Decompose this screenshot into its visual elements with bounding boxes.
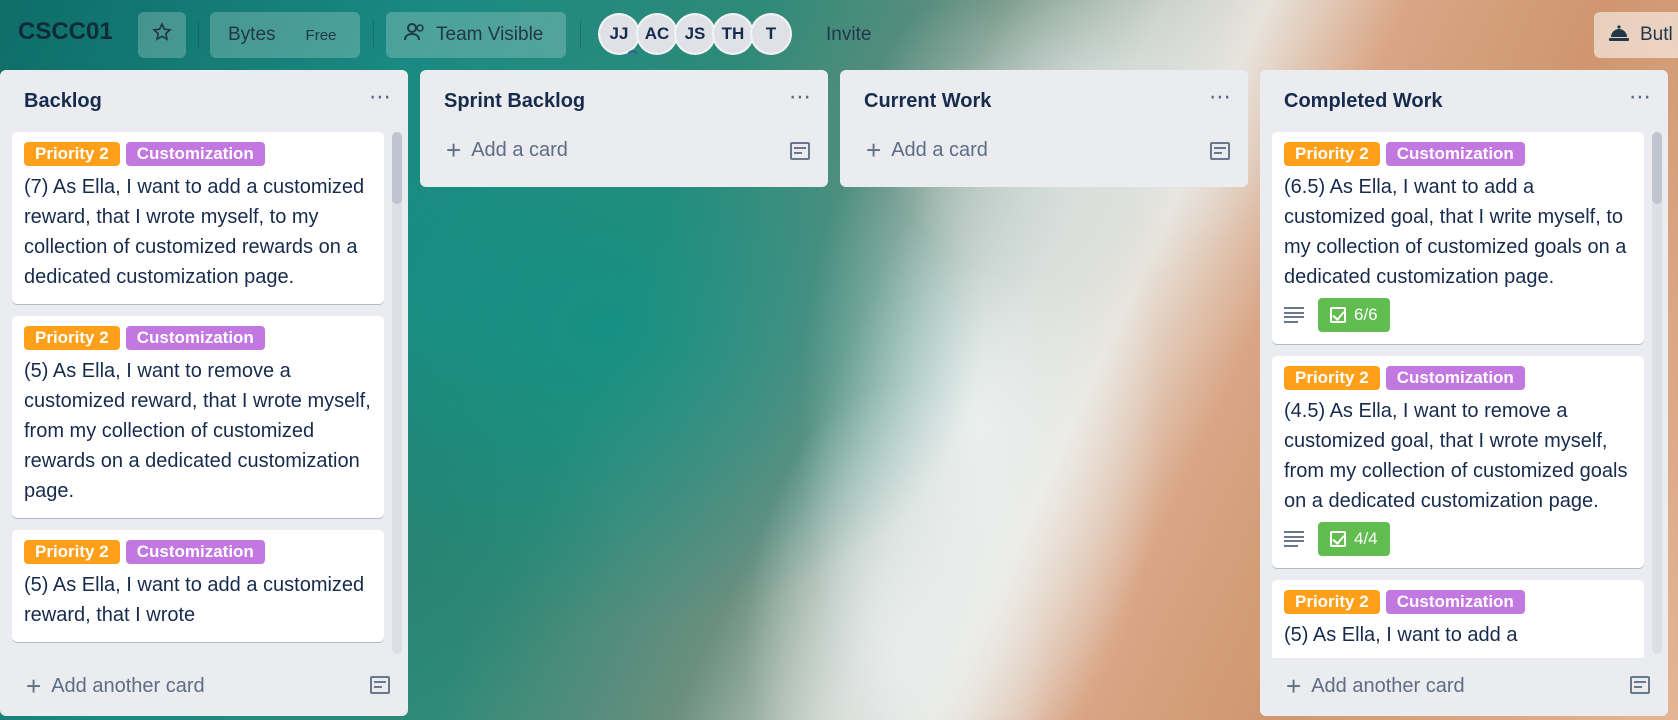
- add-card-label: Add another card: [51, 674, 205, 697]
- add-card-button[interactable]: + Add a card: [434, 132, 580, 168]
- list-scrollbar[interactable]: [392, 132, 402, 654]
- list-footer: + Add another card: [0, 658, 408, 716]
- checklist-icon: [1330, 307, 1346, 323]
- list-header: Current Work ⋯: [840, 70, 1248, 132]
- list-title[interactable]: Completed Work: [1284, 90, 1443, 113]
- label-customization[interactable]: Customization: [1385, 590, 1525, 614]
- board-title[interactable]: CSCC01: [18, 18, 113, 46]
- label-priority[interactable]: Priority 2: [24, 326, 120, 350]
- list-header: Sprint Backlog ⋯: [420, 70, 828, 132]
- list-completed-work: Completed Work ⋯ Priority 2 Customizatio…: [1260, 70, 1668, 716]
- list-menu-icon[interactable]: ⋯: [789, 84, 812, 110]
- checklist-badge: 4/4: [1318, 522, 1390, 556]
- avatar[interactable]: JS: [674, 13, 716, 55]
- card-title: (7) As Ella, I want to add a customized …: [24, 176, 365, 288]
- workspace-plan-badge: Free: [305, 26, 337, 44]
- card-template-icon[interactable]: [370, 676, 390, 694]
- description-icon: [1284, 531, 1304, 547]
- label-customization[interactable]: Customization: [125, 540, 265, 564]
- label-customization[interactable]: Customization: [1385, 142, 1525, 166]
- avatar[interactable]: JJ ︽: [598, 13, 640, 55]
- list-footer: + Add another card: [1260, 658, 1668, 716]
- label-priority[interactable]: Priority 2: [24, 540, 120, 564]
- list-title[interactable]: Backlog: [24, 90, 102, 113]
- plus-icon: +: [26, 671, 42, 701]
- card[interactable]: Priority 2 Customization (5) As Ella, I …: [12, 316, 384, 518]
- visibility-button[interactable]: Team Visible: [386, 12, 566, 58]
- label-customization[interactable]: Customization: [1385, 366, 1525, 390]
- team-icon: [404, 23, 426, 47]
- workspace-button[interactable]: Bytes Free: [210, 12, 360, 58]
- admin-chevron-icon: ︽: [628, 45, 638, 55]
- label-priority[interactable]: Priority 2: [24, 142, 120, 166]
- list-footer: + Add a card: [420, 132, 828, 176]
- header-divider: [580, 20, 581, 48]
- add-card-label: Add another card: [1311, 674, 1465, 697]
- butler-button[interactable]: Butl: [1594, 12, 1678, 58]
- checklist-count: 6/6: [1354, 305, 1378, 324]
- list-menu-icon[interactable]: ⋯: [369, 84, 392, 110]
- plus-icon: +: [446, 135, 462, 165]
- header-divider: [373, 20, 374, 48]
- list-backlog: Backlog ⋯ Priority 2 Customization (7) A…: [0, 70, 408, 716]
- list-title[interactable]: Sprint Backlog: [444, 90, 585, 113]
- header-divider: [198, 20, 199, 48]
- list-footer: + Add a card: [840, 132, 1248, 176]
- card-container: Priority 2 Customization (7) As Ella, I …: [12, 132, 384, 658]
- card-container: Priority 2 Customization (6.5) As Ella, …: [1272, 132, 1644, 658]
- butler-label: Butl: [1640, 24, 1673, 45]
- card-title: (5) As Ella, I want to add a customized …: [24, 574, 365, 626]
- description-icon: [1284, 307, 1304, 323]
- label-priority[interactable]: Priority 2: [1284, 590, 1380, 614]
- card[interactable]: Priority 2 Customization (4.5) As Ella, …: [1272, 356, 1644, 568]
- card[interactable]: Priority 2 Customization (5) As Ella, I …: [1272, 580, 1644, 658]
- card[interactable]: Priority 2 Customization (6.5) As Ella, …: [1272, 132, 1644, 344]
- label-priority[interactable]: Priority 2: [1284, 142, 1380, 166]
- list-header: Completed Work ⋯: [1260, 70, 1668, 132]
- card-template-icon[interactable]: [1630, 676, 1650, 694]
- butler-bell-icon: [1608, 22, 1630, 48]
- list-title[interactable]: Current Work: [864, 90, 991, 113]
- card-title: (6.5) As Ella, I want to add a customize…: [1284, 176, 1627, 288]
- list-menu-icon[interactable]: ⋯: [1209, 84, 1232, 110]
- scroll-thumb[interactable]: [1652, 132, 1662, 204]
- star-icon: [152, 22, 172, 48]
- label-customization[interactable]: Customization: [125, 326, 265, 350]
- board-header: CSCC01 Bytes Free Team Visible JJ ︽ AC J…: [0, 0, 1678, 68]
- add-card-label: Add a card: [471, 138, 568, 161]
- avatar[interactable]: T: [750, 13, 792, 55]
- avatar[interactable]: TH: [712, 13, 754, 55]
- label-customization[interactable]: Customization: [125, 142, 265, 166]
- plus-icon: +: [1286, 671, 1302, 701]
- list-header: Backlog ⋯: [0, 70, 408, 132]
- add-another-card-button[interactable]: + Add another card: [1274, 668, 1477, 704]
- card[interactable]: Priority 2 Customization (7) As Ella, I …: [12, 132, 384, 304]
- star-button[interactable]: [138, 12, 186, 58]
- card-title: (5) As Ella, I want to remove a customiz…: [24, 360, 371, 502]
- card-title: (5) As Ella, I want to add a: [1284, 624, 1518, 646]
- avatar[interactable]: AC: [636, 13, 678, 55]
- card-template-icon[interactable]: [790, 142, 810, 160]
- add-card-label: Add a card: [891, 138, 988, 161]
- list-menu-icon[interactable]: ⋯: [1629, 84, 1652, 110]
- visibility-label: Team Visible: [436, 24, 544, 45]
- scroll-thumb[interactable]: [392, 132, 402, 204]
- workspace-name: Bytes: [228, 24, 276, 45]
- add-another-card-button[interactable]: + Add another card: [14, 668, 217, 704]
- card-template-icon[interactable]: [1210, 142, 1230, 160]
- checklist-badge: 6/6: [1318, 298, 1390, 332]
- add-card-button[interactable]: + Add a card: [854, 132, 1000, 168]
- plus-icon: +: [866, 135, 882, 165]
- list-sprint-backlog: Sprint Backlog ⋯ + Add a card: [420, 70, 828, 187]
- list-current-work: Current Work ⋯ + Add a card: [840, 70, 1248, 187]
- label-priority[interactable]: Priority 2: [1284, 366, 1380, 390]
- checklist-count: 4/4: [1354, 529, 1378, 548]
- checklist-icon: [1330, 531, 1346, 547]
- card-title: (4.5) As Ella, I want to remove a custom…: [1284, 400, 1628, 512]
- card[interactable]: Priority 2 Customization (5) As Ella, I …: [12, 530, 384, 642]
- list-scrollbar[interactable]: [1652, 132, 1662, 654]
- invite-button[interactable]: Invite: [810, 12, 887, 58]
